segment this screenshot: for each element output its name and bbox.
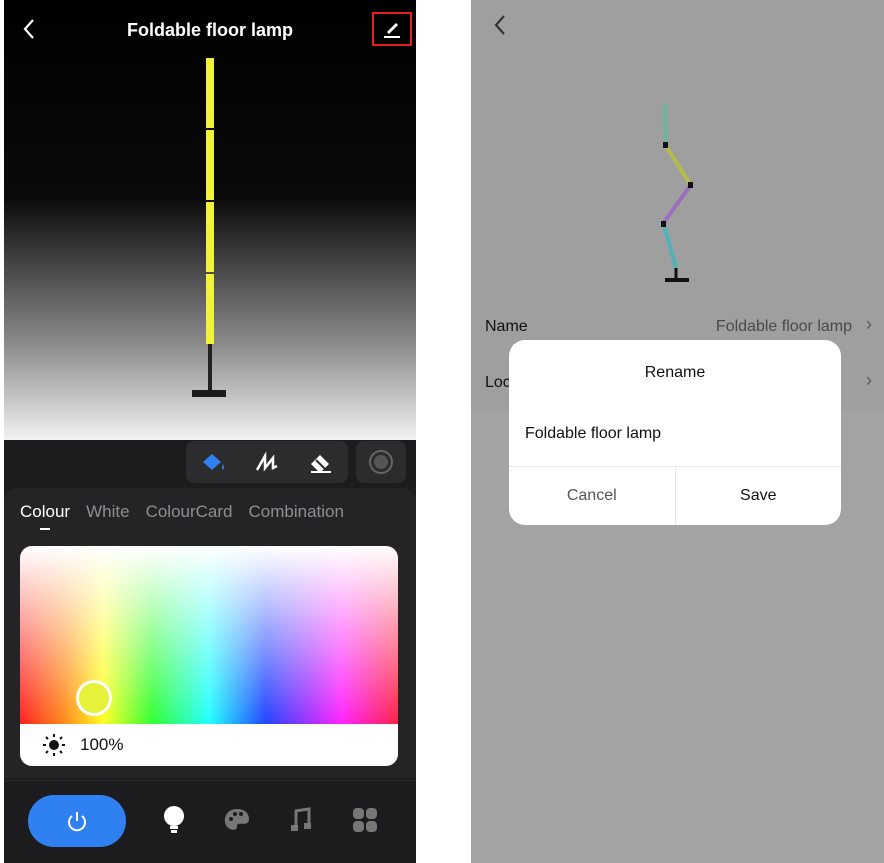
tab-colourcard[interactable]: ColourCard <box>146 502 233 522</box>
lamp-preview: Foldable floor lamp <box>4 0 416 440</box>
edit-name-button[interactable] <box>372 12 412 46</box>
erase-tool-button[interactable] <box>303 444 339 480</box>
power-icon <box>68 812 86 832</box>
rename-input[interactable] <box>525 422 825 446</box>
lamp-segment[interactable] <box>206 58 214 128</box>
row-label: Loc <box>485 374 511 391</box>
tab-colour[interactable]: Colour <box>20 502 70 530</box>
dialog-buttons: Cancel Save <box>509 467 841 525</box>
mode-tabs: Colour White ColourCard Combination <box>20 502 360 530</box>
color-picker-knob[interactable] <box>76 680 112 716</box>
cancel-button[interactable]: Cancel <box>509 467 676 525</box>
bottom-nav <box>4 780 416 863</box>
music-icon <box>291 807 311 831</box>
nav-light-button[interactable] <box>159 805 189 835</box>
nav-scene-button[interactable] <box>222 805 252 835</box>
rename-dialog: Rename Cancel Save <box>509 340 841 525</box>
tab-white[interactable]: White <box>86 502 129 522</box>
color-picker[interactable] <box>20 546 398 724</box>
device-settings-screen: Name Foldable floor lamp › Loc › Rename … <box>471 0 884 863</box>
top-bar: Foldable floor lamp <box>4 0 416 58</box>
tab-combination[interactable]: Combination <box>249 502 344 522</box>
lamp-control-screen: Foldable floor lamp Colour White ColourC… <box>4 0 416 863</box>
save-button[interactable]: Save <box>676 467 842 525</box>
paint-bucket-icon <box>203 454 224 470</box>
page-title: Foldable floor lamp <box>126 20 293 40</box>
lamp-segment[interactable] <box>206 274 214 344</box>
pencil-icon <box>384 23 400 38</box>
chevron-right-icon: › <box>866 370 872 390</box>
sun-icon <box>43 734 65 756</box>
brightness-bar[interactable]: 100% <box>20 724 398 766</box>
folded-lamp-illustration <box>661 103 693 282</box>
brightness-value: 100% <box>80 735 124 754</box>
eraser-icon <box>311 455 331 473</box>
paint-tool-button[interactable] <box>195 444 231 480</box>
chevron-right-icon: › <box>866 314 872 334</box>
palette-icon <box>224 809 249 830</box>
power-button[interactable] <box>28 795 126 847</box>
brush-stroke-icon <box>255 451 278 472</box>
record-button[interactable] <box>356 441 406 483</box>
lamp-illustration <box>192 58 226 397</box>
dialog-title: Rename <box>644 364 706 381</box>
lamp-pole <box>208 344 212 390</box>
record-icon <box>369 450 393 474</box>
nav-music-button[interactable] <box>286 805 316 835</box>
draw-tool-button[interactable] <box>249 444 285 480</box>
lamp-base <box>192 390 226 397</box>
lamp-segment[interactable] <box>206 202 214 272</box>
segment-toolbar <box>186 441 348 483</box>
color-sheet: Colour White ColourCard Combination 100% <box>4 488 416 778</box>
row-value: Foldable floor lamp <box>715 318 852 335</box>
lamp-segment[interactable] <box>206 130 214 200</box>
nav-more-button[interactable] <box>350 805 380 835</box>
row-label: Name <box>485 318 528 335</box>
scenes-grid-icon <box>353 808 377 832</box>
bulb-icon <box>164 806 184 833</box>
